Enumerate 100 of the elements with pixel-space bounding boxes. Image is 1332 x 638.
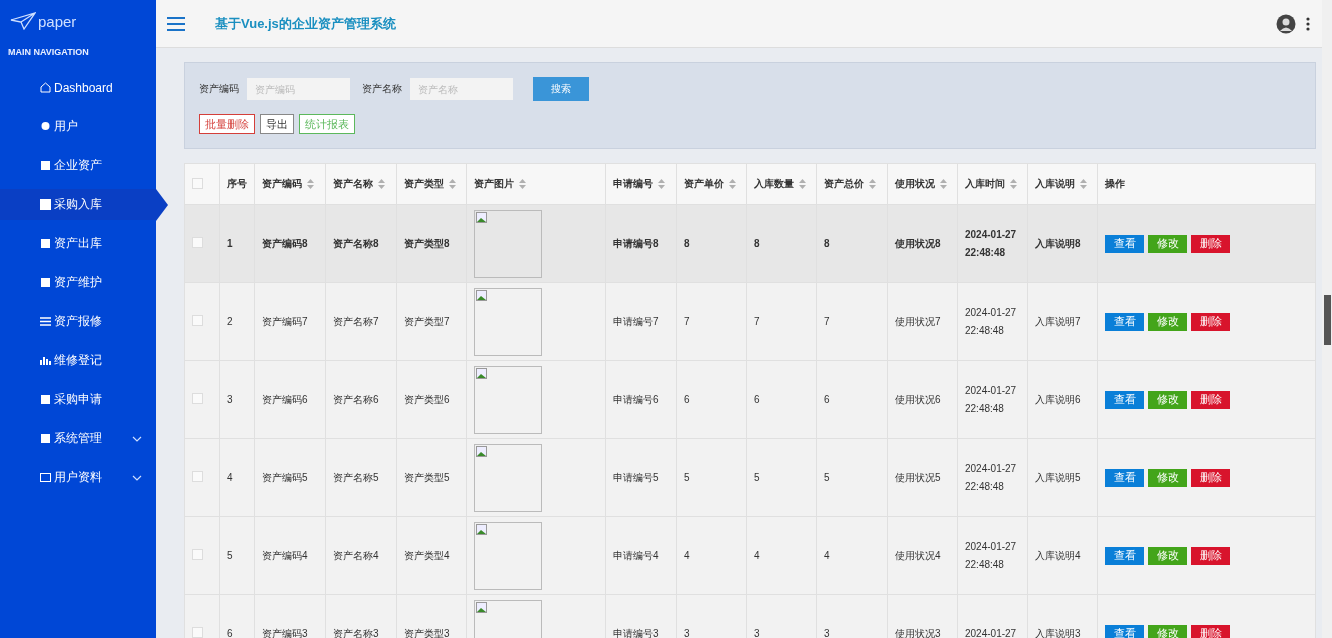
table-cell: 资产类型5	[404, 471, 450, 483]
table-cell: 2	[227, 315, 233, 327]
table-cell: 2024-01-27 22:48:48	[965, 228, 1017, 258]
checkbox[interactable]	[192, 471, 203, 482]
column-header[interactable]: 资产单价	[684, 177, 724, 191]
broken-image-icon	[476, 367, 488, 380]
column-header[interactable]: 入库说明	[1035, 177, 1075, 191]
row-action-button[interactable]: 查看	[1105, 546, 1144, 565]
row-action-button[interactable]: 删除	[1191, 234, 1230, 253]
table-cell: 5	[754, 471, 760, 483]
column-header[interactable]: 操作	[1105, 177, 1125, 191]
checkbox[interactable]	[192, 627, 203, 638]
scrollbar-thumb[interactable]	[1324, 295, 1331, 345]
nav-item[interactable]: Dashboard	[0, 72, 156, 103]
nav-item[interactable]: 资产维护	[0, 267, 156, 298]
table-cell: 8	[824, 237, 830, 249]
table-cell: 入库说明3	[1035, 627, 1081, 638]
checkbox[interactable]	[192, 549, 203, 560]
sort-icon[interactable]	[378, 179, 385, 189]
logo-text: paper	[38, 12, 77, 30]
checkbox[interactable]	[192, 177, 203, 189]
table-cell: 使用状况7	[895, 315, 941, 327]
nav-item[interactable]: 维修登记	[0, 345, 156, 376]
column-header[interactable]: 入库时间	[965, 177, 1005, 191]
table-cell: 入库说明7	[1035, 315, 1081, 327]
paper-plane-icon	[10, 12, 36, 30]
table-cell: 3	[684, 627, 690, 638]
sort-icon[interactable]	[940, 179, 947, 189]
row-action-button[interactable]: 查看	[1105, 234, 1144, 253]
sort-icon[interactable]	[799, 179, 806, 189]
table-cell: 资产类型7	[404, 315, 450, 327]
table-cell: 8	[684, 237, 690, 249]
checkbox[interactable]	[192, 393, 203, 404]
row-action-button[interactable]: 查看	[1105, 468, 1144, 487]
scrollbar[interactable]	[1322, 0, 1332, 638]
toolbar-button[interactable]: 批量删除	[199, 114, 255, 134]
table-cell: 资产名称5	[333, 471, 379, 483]
column-header[interactable]: 资产图片	[474, 177, 514, 191]
sort-icon[interactable]	[1010, 179, 1017, 189]
row-action-button[interactable]: 删除	[1191, 546, 1230, 565]
sort-icon[interactable]	[449, 179, 456, 189]
row-action-button[interactable]: 查看	[1105, 624, 1144, 638]
table-cell: 6	[227, 627, 233, 638]
row-action-button[interactable]: 查看	[1105, 390, 1144, 409]
table-cell: 入库说明4	[1035, 549, 1081, 561]
nav-item[interactable]: 资产报修	[0, 306, 156, 337]
table-cell: 2024-01-27 22:48:48	[965, 384, 1017, 414]
avatar-icon[interactable]	[1276, 13, 1296, 34]
column-header[interactable]: 资产类型	[404, 177, 444, 191]
sort-icon[interactable]	[869, 179, 876, 189]
table-cell: 4	[754, 549, 760, 561]
nav-item[interactable]: 采购申请	[0, 384, 156, 415]
nav-item[interactable]: 系统管理	[0, 423, 156, 454]
table-cell: 使用状况3	[895, 627, 941, 638]
table-cell: 资产名称6	[333, 393, 379, 405]
table-cell: 6	[754, 393, 760, 405]
row-action-button[interactable]: 删除	[1191, 390, 1230, 409]
broken-image-icon	[476, 211, 488, 224]
table-cell: 4	[227, 471, 233, 483]
row-action-button[interactable]: 删除	[1191, 312, 1230, 331]
table-cell: 资产类型3	[404, 627, 450, 638]
column-header[interactable]: 入库数量	[754, 177, 794, 191]
sort-icon[interactable]	[658, 179, 665, 189]
column-header[interactable]: 使用状况	[895, 177, 935, 191]
column-header[interactable]: 资产名称	[333, 177, 373, 191]
sort-icon[interactable]	[307, 179, 314, 189]
app-title: 基于Vue.js的企业资产管理系统	[215, 14, 396, 33]
nav-item[interactable]: 用户资料	[0, 462, 156, 493]
column-header[interactable]: 资产编码	[262, 177, 302, 191]
column-header[interactable]: 序号	[227, 177, 247, 191]
nav-item[interactable]: 企业资产	[0, 150, 156, 181]
sort-icon[interactable]	[519, 179, 526, 189]
row-action-button[interactable]: 删除	[1191, 468, 1230, 487]
checkbox[interactable]	[192, 315, 203, 326]
table-cell: 申请编号8	[613, 237, 659, 249]
row-action-button[interactable]: 删除	[1191, 624, 1230, 638]
toolbar-button[interactable]: 导出	[260, 114, 294, 134]
more-icon[interactable]	[1306, 16, 1310, 31]
chevron-icon	[132, 475, 142, 481]
nav-item[interactable]: 用户	[0, 111, 156, 142]
table-cell: 1	[227, 237, 233, 249]
nav-item[interactable]: 资产出库	[0, 228, 156, 259]
table-cell: 4	[684, 549, 690, 561]
sort-icon[interactable]	[729, 179, 736, 189]
table-cell: 资产编码3	[262, 627, 308, 638]
table-cell: 7	[824, 315, 830, 327]
table-cell: 2024-01-27 22:48:48	[965, 306, 1017, 336]
section-heading: MAIN NAVIGATION	[7, 46, 90, 59]
checkbox[interactable]	[192, 237, 203, 248]
table-cell: 5	[824, 471, 830, 483]
broken-image-icon	[476, 523, 488, 536]
table-cell: 申请编号4	[613, 549, 659, 561]
table-cell: 资产名称7	[333, 315, 379, 327]
row-action-button[interactable]: 查看	[1105, 312, 1144, 331]
sort-icon[interactable]	[1080, 179, 1087, 189]
column-header[interactable]: 申请编号	[613, 177, 653, 191]
menu-icon[interactable]	[167, 16, 185, 31]
table-cell: 6	[824, 393, 830, 405]
column-header[interactable]: 资产总价	[824, 177, 864, 191]
table-cell: 8	[754, 237, 760, 249]
